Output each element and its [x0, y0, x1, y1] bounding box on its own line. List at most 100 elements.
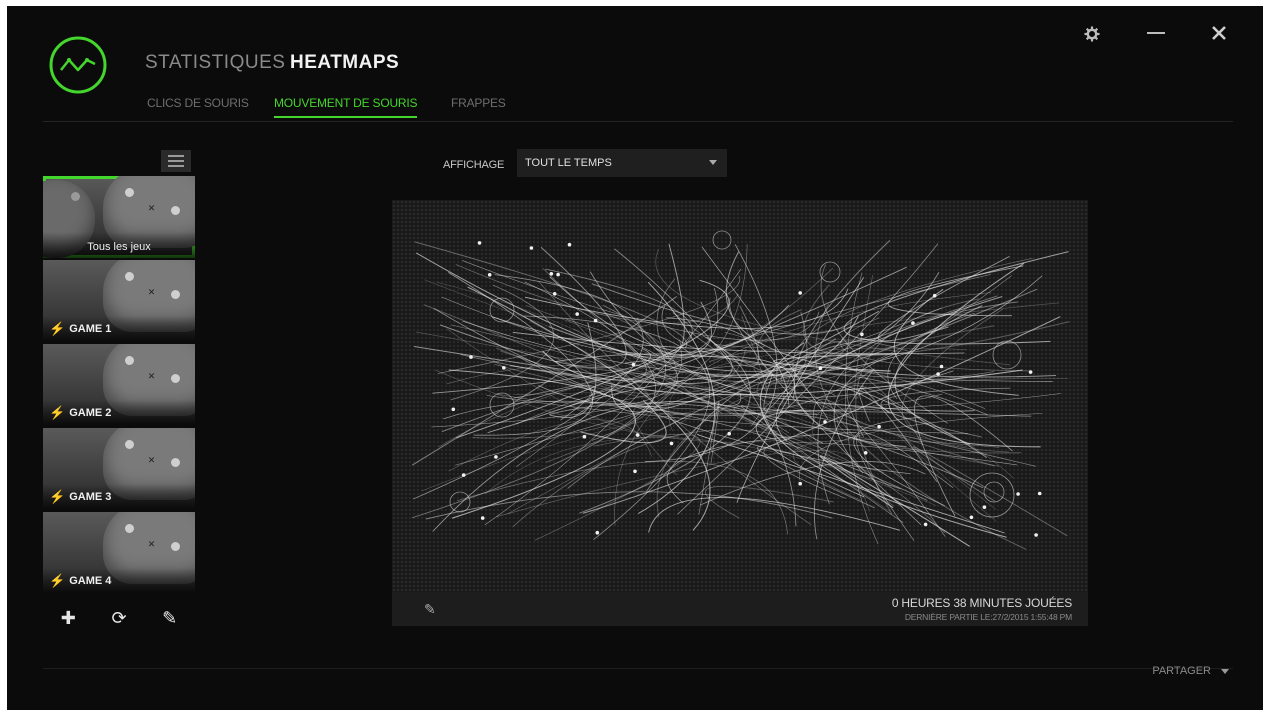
click-point: [582, 434, 587, 439]
click-point: [593, 318, 598, 323]
mouse-trace: [455, 264, 739, 324]
last-played: DERNIÈRE PARTIE LE:27/2/2015 1:55:48 PM: [904, 612, 1072, 622]
click-point: [863, 451, 868, 455]
click-point: [631, 362, 636, 367]
click-point: [923, 522, 928, 527]
click-point: [595, 530, 600, 535]
click-point: [477, 241, 482, 245]
game-card-label: ⚡ GAME 1: [49, 321, 112, 336]
mouse-trace: [725, 251, 1057, 378]
gear-icon[interactable]: [1084, 26, 1100, 42]
click-point: [575, 312, 579, 316]
click-point: [1028, 370, 1033, 374]
heatmap-traces: [411, 230, 1070, 550]
click-point: [529, 246, 534, 250]
mouse-trace: [462, 275, 1043, 376]
mouse-trace: [415, 252, 859, 378]
click-point: [877, 424, 881, 429]
played-time: 0 HEURES 38 MINUTES JOUÉES: [891, 596, 1072, 610]
game-card-label: ⚡ GAME 2: [49, 405, 112, 420]
refresh-icon[interactable]: ⟳: [111, 608, 126, 629]
click-point: [669, 441, 674, 446]
chevron-down-icon: [709, 160, 717, 165]
click-point: [936, 372, 940, 376]
click-point: [461, 473, 466, 477]
plus-icon[interactable]: ✚: [61, 608, 76, 629]
click-point: [480, 516, 485, 520]
click-point: [969, 515, 974, 520]
click-point: [1034, 533, 1038, 537]
click-point: [818, 366, 823, 370]
pencil-icon[interactable]: ✎: [162, 608, 177, 629]
click-point: [552, 292, 557, 296]
tab-mouvement-de-souris[interactable]: MOUVEMENT DE SOURIS: [274, 96, 418, 118]
click-point: [860, 332, 864, 337]
click-point: [567, 242, 572, 247]
click-ring: [712, 230, 732, 250]
minimize-icon[interactable]: [1147, 32, 1165, 34]
click-point: [487, 273, 492, 277]
click-point: [982, 505, 987, 510]
click-point: [494, 455, 498, 459]
game-card-1[interactable]: ✕ ⚡ GAME 1: [43, 260, 195, 342]
mouse-trace: [733, 406, 1036, 467]
razer-icon: ⚡: [49, 573, 66, 588]
game-card-label: ⚡ GAME 3: [49, 489, 112, 504]
mouse-trace: [423, 304, 618, 388]
display-select[interactable]: TOUT LE TEMPS: [517, 149, 727, 177]
tab-heatmaps[interactable]: HEATMAPS: [290, 52, 399, 74]
click-point: [556, 272, 560, 277]
app-window: STATISTIQUES HEATMAPS CLICS DE SOURIS MO…: [7, 6, 1263, 710]
click-point: [1016, 492, 1020, 496]
click-point: [635, 433, 640, 437]
click-point: [633, 469, 637, 474]
razer-icon: ⚡: [49, 321, 66, 336]
razer-icon: ⚡: [49, 489, 66, 504]
click-point: [502, 366, 506, 370]
click-point: [727, 431, 731, 436]
mouse-trace: [432, 400, 824, 532]
close-icon[interactable]: [1212, 26, 1226, 40]
click-point: [549, 272, 554, 276]
mouse-trace: [425, 491, 833, 520]
game-card-3[interactable]: ✕ ⚡ GAME 3: [43, 428, 195, 510]
mouse-trace: [548, 402, 984, 489]
share-button[interactable]: PARTAGER: [1152, 665, 1229, 677]
click-ring: [969, 472, 1015, 518]
footer-divider: [43, 668, 1233, 669]
click-point: [823, 420, 827, 424]
game-card-4[interactable]: ✕ ⚡ GAME 4: [43, 512, 195, 594]
tab-clics-de-souris[interactable]: CLICS DE SOURIS: [147, 96, 249, 116]
click-point: [469, 355, 473, 359]
click-point: [798, 481, 802, 486]
click-point: [939, 364, 944, 369]
sidebar-actions: ✚ ⟳ ✎: [43, 600, 195, 636]
razer-icon: ⚡: [49, 405, 66, 420]
tab-frappes[interactable]: FRAPPES: [451, 96, 506, 116]
click-point: [932, 293, 937, 298]
heatmap-info-bar: ✎ 0 HEURES 38 MINUTES JOUÉES DERNIÈRE PA…: [392, 592, 1088, 626]
click-point: [798, 291, 802, 295]
click-point: [911, 321, 915, 325]
mouse-trace: [411, 304, 666, 519]
click-point: [1037, 491, 1042, 496]
game-card-all[interactable]: ✕ Tous les jeux: [43, 176, 195, 258]
mouse-trace: [912, 446, 1068, 537]
mouse-movement-heatmap: [392, 200, 1088, 592]
hamburger-icon[interactable]: [161, 150, 191, 172]
mouse-trace: [448, 272, 594, 436]
share-label: PARTAGER: [1152, 665, 1211, 677]
mouse-trace: [799, 413, 1043, 482]
game-card-label: ⚡ GAME 4: [49, 573, 112, 588]
display-selected-value: TOUT LE TEMPS: [525, 157, 612, 169]
header-divider: [43, 121, 1233, 122]
click-point: [451, 407, 456, 412]
pencil-icon[interactable]: ✎: [424, 601, 436, 618]
display-label: AFFICHAGE: [443, 159, 505, 171]
tab-statistiques[interactable]: STATISTIQUES: [145, 52, 285, 74]
razer-stats-logo-icon: [49, 36, 107, 94]
game-card-2[interactable]: ✕ ⚡ GAME 2: [43, 344, 195, 426]
mouse-trace: [579, 343, 751, 514]
chevron-down-icon: [1221, 668, 1229, 674]
game-card-label: Tous les jeux: [87, 241, 151, 253]
